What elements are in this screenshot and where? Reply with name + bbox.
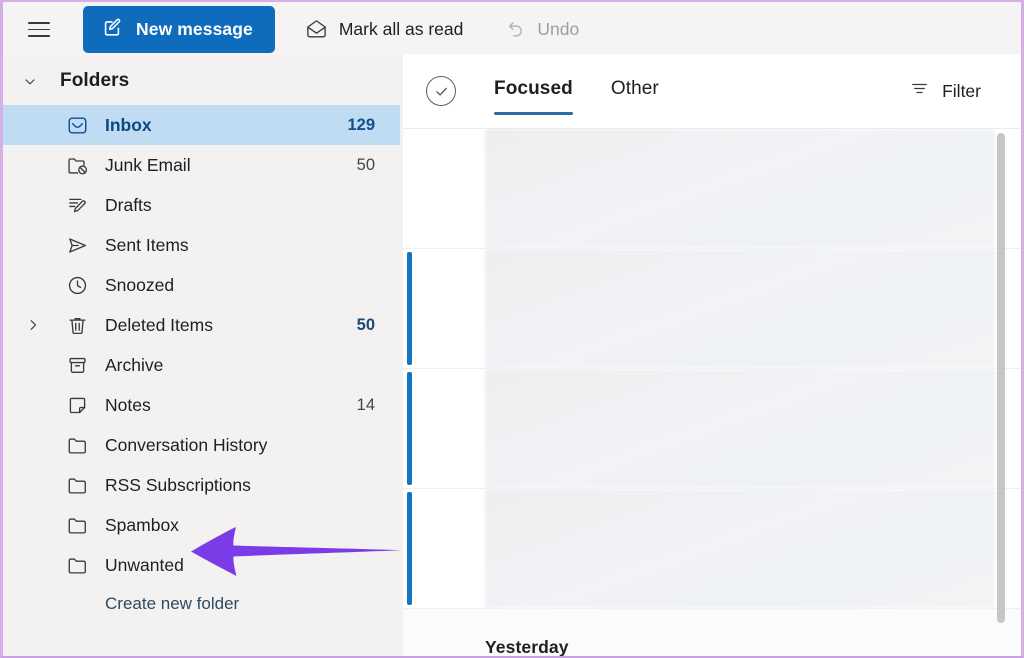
tab-focused-label: Focused (494, 78, 573, 99)
sidebar-item-count: 129 (347, 115, 375, 134)
date-group-header: Yesterday (403, 631, 1021, 657)
sidebar-item-label: Notes (105, 394, 151, 415)
undo-label: Undo (537, 19, 580, 39)
chevron-down-icon (22, 73, 38, 90)
top-toolbar: New message Mark all as read Undo (3, 2, 1021, 57)
chevron-right-icon[interactable] (25, 305, 41, 345)
filter-button[interactable]: Filter (909, 78, 981, 104)
tab-other-label: Other (610, 78, 659, 99)
sidebar-item-label: Conversation History (105, 434, 268, 455)
sidebar-item-rss-subscriptions[interactable]: RSS Subscriptions (3, 465, 400, 505)
filter-label: Filter (942, 80, 981, 101)
sidebar-item-count: 50 (356, 315, 375, 334)
sidebar-item-count: 50 (356, 155, 375, 174)
hamburger-menu-icon[interactable] (22, 13, 56, 47)
message-list-pane: Focused Other Filter Yesterday (403, 54, 1021, 657)
folder-icon (66, 554, 90, 577)
unread-indicator (407, 372, 412, 485)
hamburger-line (28, 21, 50, 24)
message-list-body: Yesterday (403, 129, 1021, 657)
message-content-redacted (485, 249, 995, 368)
sidebar-item-label: Drafts (105, 194, 152, 215)
mark-all-as-read-button[interactable]: Mark all as read (295, 10, 474, 49)
sidebar-item-inbox[interactable]: Inbox 129 (3, 105, 400, 145)
sidebar-item-spambox[interactable]: Spambox (3, 505, 400, 545)
sidebar-item-label: RSS Subscriptions (105, 474, 251, 495)
trash-icon (66, 314, 90, 337)
sidebar-item-sent-items[interactable]: Sent Items (3, 225, 400, 265)
sidebar-item-label: Sent Items (105, 234, 189, 255)
vertical-scrollbar[interactable] (995, 130, 1007, 655)
tab-focused[interactable]: Focused (494, 78, 573, 115)
table-row[interactable] (403, 129, 1021, 249)
sidebar-item-drafts[interactable]: Drafts (3, 185, 400, 225)
sidebar-item-label: Snoozed (105, 274, 175, 295)
message-list-header: Focused Other Filter (403, 54, 1021, 129)
sidebar-item-deleted-items[interactable]: Deleted Items 50 (3, 305, 400, 345)
folders-header[interactable]: Folders (3, 57, 400, 105)
table-row[interactable] (403, 489, 1021, 609)
sidebar-item-label: Spambox (105, 514, 179, 535)
sidebar-item-label: Inbox (105, 114, 152, 135)
envelope-icon (305, 18, 328, 41)
hamburger-line (28, 35, 50, 38)
table-row[interactable] (403, 249, 1021, 369)
create-new-folder-link[interactable]: Create new folder (3, 585, 400, 623)
message-content-redacted (485, 489, 995, 608)
new-message-label: New message (136, 19, 253, 39)
folder-icon (66, 514, 90, 537)
filter-lines-icon (909, 78, 930, 104)
junk-folder-icon (66, 154, 90, 177)
clock-icon (66, 274, 90, 297)
folder-icon (66, 474, 90, 497)
unread-indicator (407, 252, 412, 365)
message-content-redacted (485, 129, 995, 248)
note-page-icon (66, 394, 90, 417)
create-new-folder-label: Create new folder (105, 594, 240, 613)
sidebar-item-unwanted[interactable]: Unwanted (3, 545, 400, 585)
sidebar-item-label: Unwanted (105, 554, 184, 575)
inbox-tray-icon (66, 114, 90, 137)
sidebar-item-count: 14 (356, 395, 375, 414)
tab-other[interactable]: Other (611, 78, 659, 104)
pencil-draft-icon (66, 194, 90, 217)
sidebar-item-junk-email[interactable]: Junk Email 50 (3, 145, 400, 185)
sidebar-item-label: Deleted Items (105, 314, 213, 335)
table-row[interactable] (403, 369, 1021, 489)
sidebar-item-archive[interactable]: Archive (3, 345, 400, 385)
folders-title: Folders (60, 70, 130, 91)
sidebar-item-label: Archive (105, 354, 164, 375)
sidebar-item-conversation-history[interactable]: Conversation History (3, 425, 400, 465)
message-content-redacted (485, 369, 995, 488)
new-message-button[interactable]: New message (83, 6, 275, 53)
outlook-window: New message Mark all as read Undo Folder… (0, 0, 1024, 658)
date-group-label: Yesterday (485, 637, 569, 657)
archive-box-icon (66, 354, 90, 377)
sidebar-item-snoozed[interactable]: Snoozed (3, 265, 400, 305)
compose-icon (101, 16, 123, 43)
hamburger-line (28, 28, 50, 31)
unread-indicator (407, 492, 412, 605)
check-circle-icon[interactable] (426, 76, 456, 106)
undo-button[interactable]: Undo (493, 10, 589, 49)
scrollbar-thumb[interactable] (997, 133, 1005, 623)
folder-icon (66, 434, 90, 457)
paper-plane-icon (66, 234, 90, 257)
undo-arrow-icon (503, 18, 526, 41)
sidebar-item-label: Junk Email (105, 154, 191, 175)
sidebar-item-notes[interactable]: Notes 14 (3, 385, 400, 425)
folders-sidebar: Folders Inbox 129 Junk Email 50 Drafts S… (3, 57, 400, 656)
mark-all-as-read-label: Mark all as read (338, 19, 464, 39)
